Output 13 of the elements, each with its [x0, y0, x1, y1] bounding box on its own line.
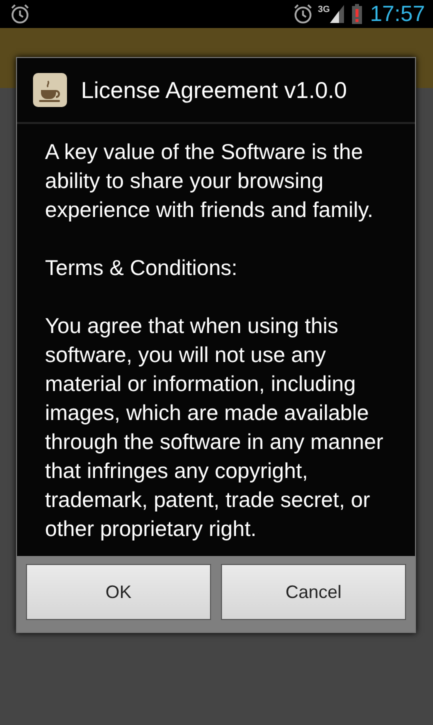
agreement-text: You agree that when using this software, you will not use any material or information, including images, which are made available through the software in any manner that infringes any copyright, trademark, patent, trade secret, or other proprietary right. [45, 313, 384, 543]
cancel-button[interactable]: Cancel [221, 564, 406, 620]
alarm-clock-icon [292, 3, 314, 25]
battery-icon [352, 4, 362, 24]
alarm-clock-icon [9, 3, 31, 25]
ok-button[interactable]: OK [26, 564, 211, 620]
network-type: 3G [318, 4, 330, 14]
coffee-cup-icon [33, 73, 67, 107]
signal-icon [330, 5, 344, 23]
clock-time: 17:57 [370, 1, 425, 27]
agreement-text: A key value of the Software is the ability to share your browsing experience with friends and family. [45, 139, 374, 224]
agreement-text: Terms & Conditions: [45, 255, 238, 282]
dialog-title: License Agreement v1.0.0 [81, 76, 347, 104]
